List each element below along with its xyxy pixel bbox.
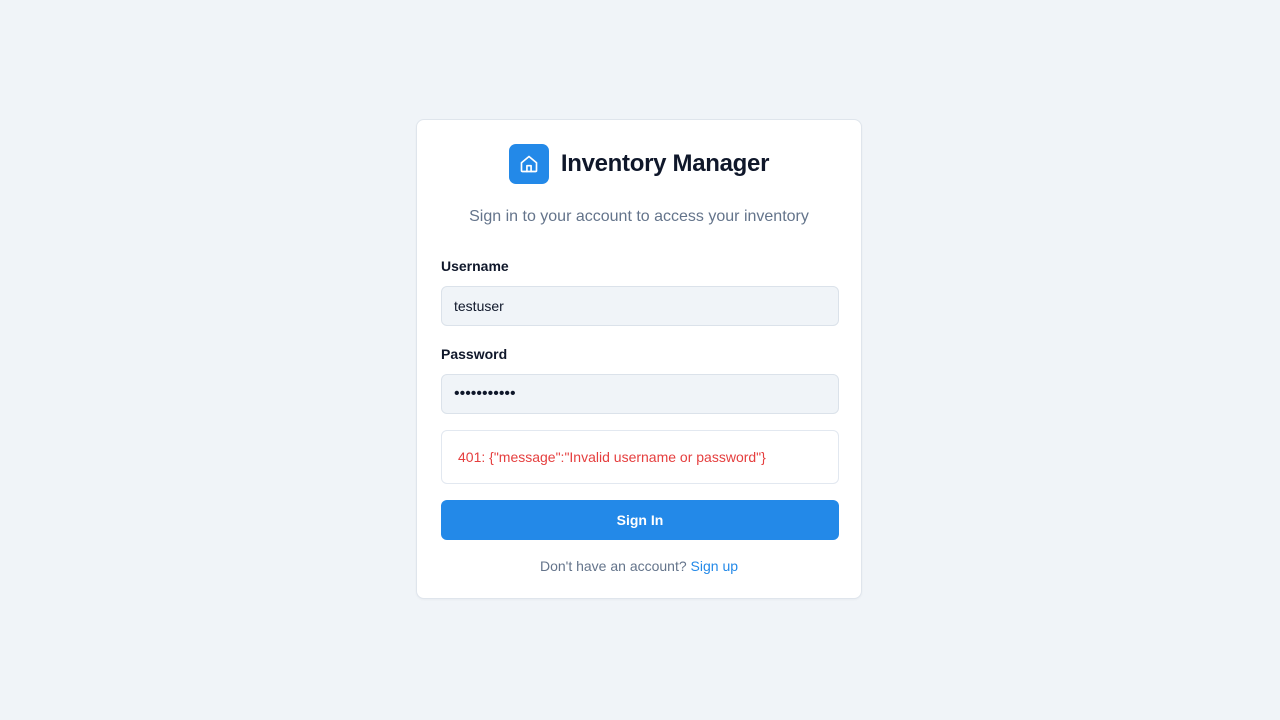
username-label: Username bbox=[441, 258, 509, 274]
error-alert: 401: {"message":"Invalid username or pas… bbox=[441, 430, 839, 484]
sign-up-link[interactable]: Sign up bbox=[691, 558, 738, 574]
login-card: Inventory Manager Sign in to your accoun… bbox=[416, 119, 862, 599]
home-icon bbox=[508, 144, 549, 184]
sign-in-button[interactable]: Sign In bbox=[441, 500, 839, 540]
username-input[interactable] bbox=[441, 286, 839, 326]
app-title: Inventory Manager bbox=[560, 150, 770, 177]
error-message: 401: {"message":"Invalid username or pas… bbox=[458, 449, 766, 465]
signup-prompt: Don't have an account? Sign up bbox=[417, 558, 861, 574]
brand-header: Inventory Manager bbox=[417, 144, 861, 184]
password-label: Password bbox=[441, 346, 508, 362]
signup-prompt-text: Don't have an account? bbox=[539, 558, 687, 574]
password-input[interactable] bbox=[441, 374, 839, 414]
login-subtitle: Sign in to your account to access your i… bbox=[469, 208, 809, 225]
